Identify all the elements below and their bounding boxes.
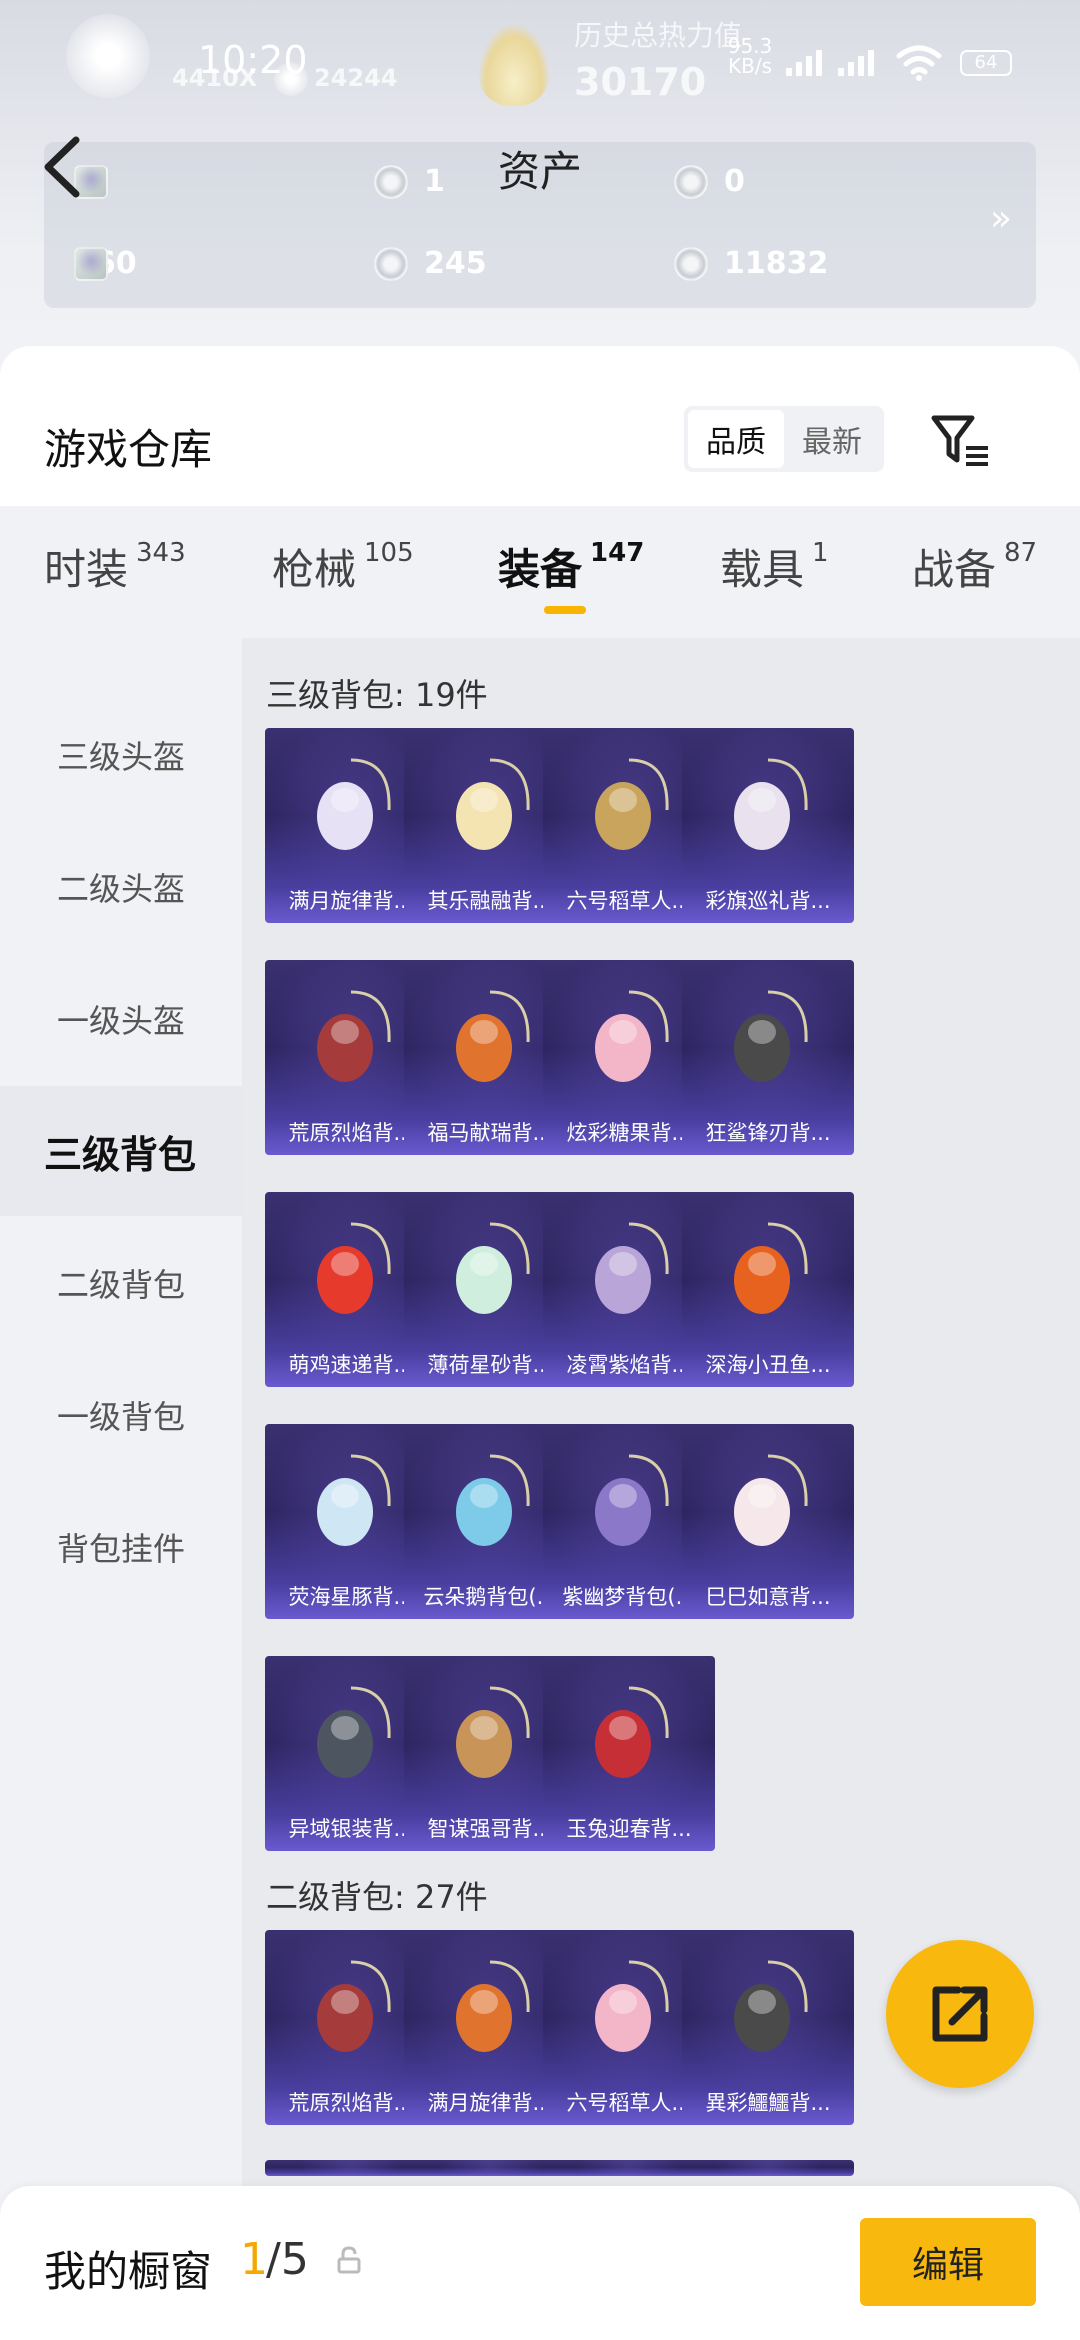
sidebar: 三级头盔 二级头盔 一级头盔 三级背包 二级背包 一级背包 背包挂件 — [0, 638, 242, 2340]
asset-value: 11832 — [724, 246, 829, 281]
backpack-icon — [734, 1960, 808, 2052]
backpack-icon — [317, 1454, 391, 1546]
item-name: 巳巳如意背... — [705, 1585, 831, 1609]
tab-label: 载具 — [720, 545, 805, 594]
tab-fashion[interactable]: 时装 343 — [44, 536, 186, 597]
tab-vehicles[interactable]: 载具 1 — [720, 536, 829, 597]
sort-quality-button[interactable]: 品质 — [688, 410, 784, 468]
status-bar: 10:20 95.3 KB/s 64 — [0, 30, 1080, 90]
ticket-icon — [74, 246, 108, 281]
share-icon — [932, 1986, 988, 2042]
asset-item: 360 — [74, 246, 137, 281]
sidebar-item-backpack-charm[interactable]: 背包挂件 — [0, 1482, 242, 1612]
backpack-icon — [456, 1960, 530, 2052]
signal-icon — [838, 50, 874, 76]
backpack-icon — [734, 758, 808, 850]
showcase-count-current: 1 — [240, 2234, 268, 2285]
tab-label: 枪械 — [272, 545, 357, 594]
sidebar-item-helmet-2[interactable]: 二级头盔 — [0, 822, 242, 952]
category-tabs: 时装 343 枪械 105 装备 147 载具 1 战备 87 — [0, 506, 1080, 638]
backpack-icon — [317, 1960, 391, 2052]
backpack-icon — [595, 1960, 669, 2052]
chevron-right-icon[interactable]: » — [990, 198, 1012, 239]
backpack-icon — [456, 990, 530, 1082]
item-name: 深海小丑鱼... — [705, 1353, 831, 1377]
backpack-icon — [317, 1222, 391, 1314]
backpack-icon — [595, 1454, 669, 1546]
sort-toggle: 品质 最新 — [684, 406, 884, 472]
screen: 4410X 24244 历史总热力值 30170 10:20 95.3 KB/s … — [0, 0, 1080, 2340]
item-card[interactable]: 玉兔迎春背... — [543, 1656, 715, 1851]
showcase-title: 我的橱窗 — [44, 2247, 213, 2296]
page-title: 资产 — [497, 147, 582, 196]
header: 4410X 24244 历史总热力值 30170 10:20 95.3 KB/s … — [0, 0, 1080, 360]
backpack-icon — [456, 1222, 530, 1314]
showcase-count-total: /5 — [266, 2234, 309, 2285]
item-card[interactable]: 狂鲨锋刃背... — [682, 960, 854, 1155]
sidebar-item-helmet-1[interactable]: 一级头盔 — [0, 954, 242, 1084]
backpack-icon — [456, 758, 530, 850]
backpack-icon — [317, 758, 391, 850]
sidebar-item-helmet-3[interactable]: 三级头盔 — [0, 690, 242, 820]
backpack-icon — [456, 1454, 530, 1546]
item-name: 狂鲨锋刃背... — [705, 1121, 831, 1145]
backpack-icon — [734, 990, 808, 1082]
section-title: 三级背包: 19件 — [266, 676, 488, 714]
green-coin-icon — [374, 246, 408, 281]
item-name: 玉兔迎春背... — [566, 1817, 692, 1841]
tab-count: 87 — [1004, 538, 1038, 568]
showcase-bar: 我的橱窗 1 /5 编辑 — [0, 2186, 1080, 2340]
item-card[interactable]: 異彩鱷鱷背... — [682, 1930, 854, 2125]
asset-item: 11832 — [674, 246, 828, 281]
lock-icon — [337, 2246, 361, 2274]
net-speed: 95.3 KB/s — [726, 36, 774, 76]
tab-equipment[interactable]: 装备 147 — [498, 536, 644, 597]
item-name: 彩旗巡礼背... — [705, 889, 831, 913]
sidebar-item-backpack-2[interactable]: 二级背包 — [0, 1218, 242, 1348]
share-button[interactable] — [886, 1940, 1034, 2088]
backpack-icon — [595, 1222, 669, 1314]
backpack-icon — [595, 990, 669, 1082]
sidebar-item-backpack-3[interactable]: 三级背包 — [0, 1086, 242, 1216]
wifi-icon — [896, 45, 942, 81]
asset-item: 245 — [374, 246, 487, 281]
section-title: 二级背包: 27件 — [266, 1878, 488, 1916]
tab-firearms[interactable]: 枪械 105 — [272, 536, 414, 597]
clock: 10:20 — [198, 38, 308, 82]
signal-icon — [786, 50, 822, 76]
warehouse-title: 游戏仓库 — [44, 425, 213, 474]
item-card[interactable]: 彩旗巡礼背... — [682, 728, 854, 923]
backpack-icon — [317, 990, 391, 1082]
tab-count: 147 — [590, 538, 645, 568]
item-card[interactable]: 深海小丑鱼... — [682, 1192, 854, 1387]
item-card[interactable]: 巳巳如意背... — [682, 1424, 854, 1619]
asset-value: 245 — [424, 246, 487, 281]
edit-button[interactable]: 编辑 — [860, 2218, 1036, 2306]
backpack-icon — [734, 1222, 808, 1314]
sort-newest-button[interactable]: 最新 — [784, 410, 880, 468]
item-name: 異彩鱷鱷背... — [705, 2091, 831, 2115]
backpack-icon — [595, 1686, 669, 1778]
active-tab-indicator — [544, 606, 586, 614]
sidebar-item-backpack-1[interactable]: 一级背包 — [0, 1350, 242, 1480]
tab-label: 战备 — [912, 545, 997, 594]
backpack-icon — [317, 1686, 391, 1778]
filter-button[interactable] — [928, 410, 992, 470]
tab-count: 343 — [136, 538, 186, 568]
tab-label: 装备 — [498, 545, 583, 594]
tab-count: 105 — [364, 538, 414, 568]
backpack-icon — [734, 1454, 808, 1546]
net-speed-unit: KB/s — [728, 54, 772, 78]
tab-label: 时装 — [44, 545, 129, 594]
tab-count: 1 — [812, 538, 829, 568]
bronze-coin-icon — [674, 246, 708, 281]
item-card[interactable] — [682, 2160, 854, 2176]
backpack-icon — [456, 1686, 530, 1778]
backpack-icon — [595, 758, 669, 850]
net-speed-value: 95.3 — [727, 34, 773, 58]
tab-combat-gear[interactable]: 战备 87 — [912, 536, 1037, 597]
battery-icon: 64 — [960, 50, 1012, 76]
